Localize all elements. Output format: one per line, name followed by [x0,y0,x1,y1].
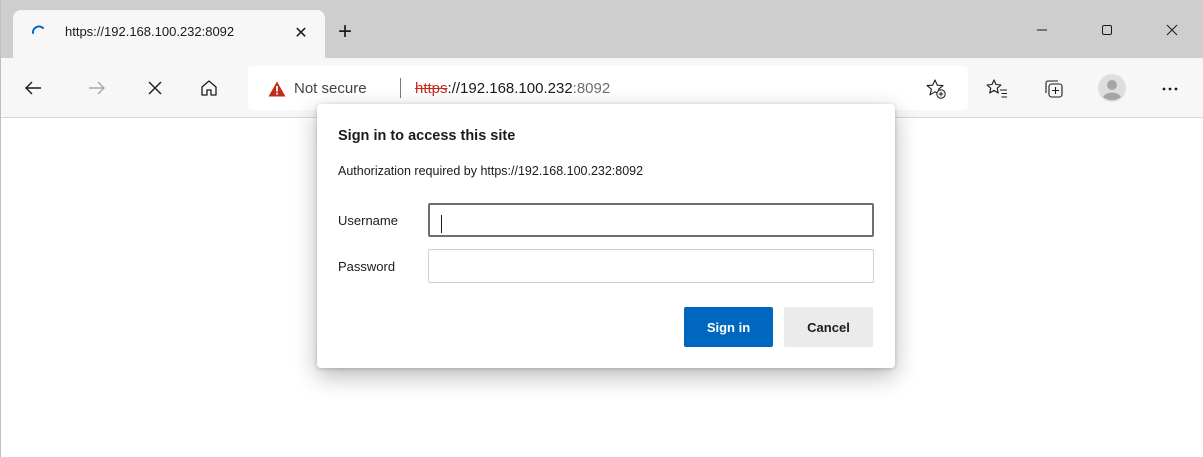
favorites-icon[interactable] [986,78,1008,100]
sign-in-dialog: Sign in to access this site Authorizatio… [317,104,895,368]
security-status-label[interactable]: Not secure [294,80,367,97]
browser-window: https://192.168.100.232:8092 ✕ + Not sec… [0,0,1203,457]
forward-arrow-icon[interactable] [81,72,113,104]
url-port: :8092 [572,80,611,97]
loading-spinner-icon [32,25,44,34]
maximize-icon[interactable] [1084,14,1130,46]
dialog-title: Sign in to access this site [338,128,516,144]
dialog-subtitle: Authorization required by https://192.16… [338,164,644,178]
username-label: Username [338,213,398,228]
username-field[interactable] [428,203,874,237]
collections-icon[interactable] [1043,78,1065,100]
password-label: Password [338,259,396,274]
minimize-icon[interactable] [1019,14,1065,46]
more-options-icon[interactable] [1159,78,1181,100]
url-separator: :// [447,80,461,97]
tab-title: https://192.168.100.232:8092 [65,24,235,39]
active-tab[interactable]: https://192.168.100.232:8092 ✕ [13,10,325,58]
profile-avatar-icon[interactable] [1098,74,1126,102]
cancel-button[interactable]: Cancel [784,307,873,347]
url-scheme: https [415,80,448,97]
add-favorite-icon[interactable] [925,78,947,100]
stop-icon[interactable] [139,72,171,104]
window-close-icon[interactable] [1149,14,1195,46]
password-field[interactable] [428,249,874,283]
close-icon[interactable]: ✕ [291,24,311,44]
plus-icon[interactable]: + [331,18,359,46]
warning-triangle-icon[interactable] [268,81,286,97]
url-text[interactable]: https://192.168.100.232:8092 [415,80,610,97]
url-host: 192.168.100.232 [460,80,573,97]
text-caret [441,215,442,233]
back-arrow-icon[interactable] [17,72,49,104]
address-divider [400,78,401,98]
sign-in-button[interactable]: Sign in [684,307,773,347]
home-icon[interactable] [193,72,225,104]
